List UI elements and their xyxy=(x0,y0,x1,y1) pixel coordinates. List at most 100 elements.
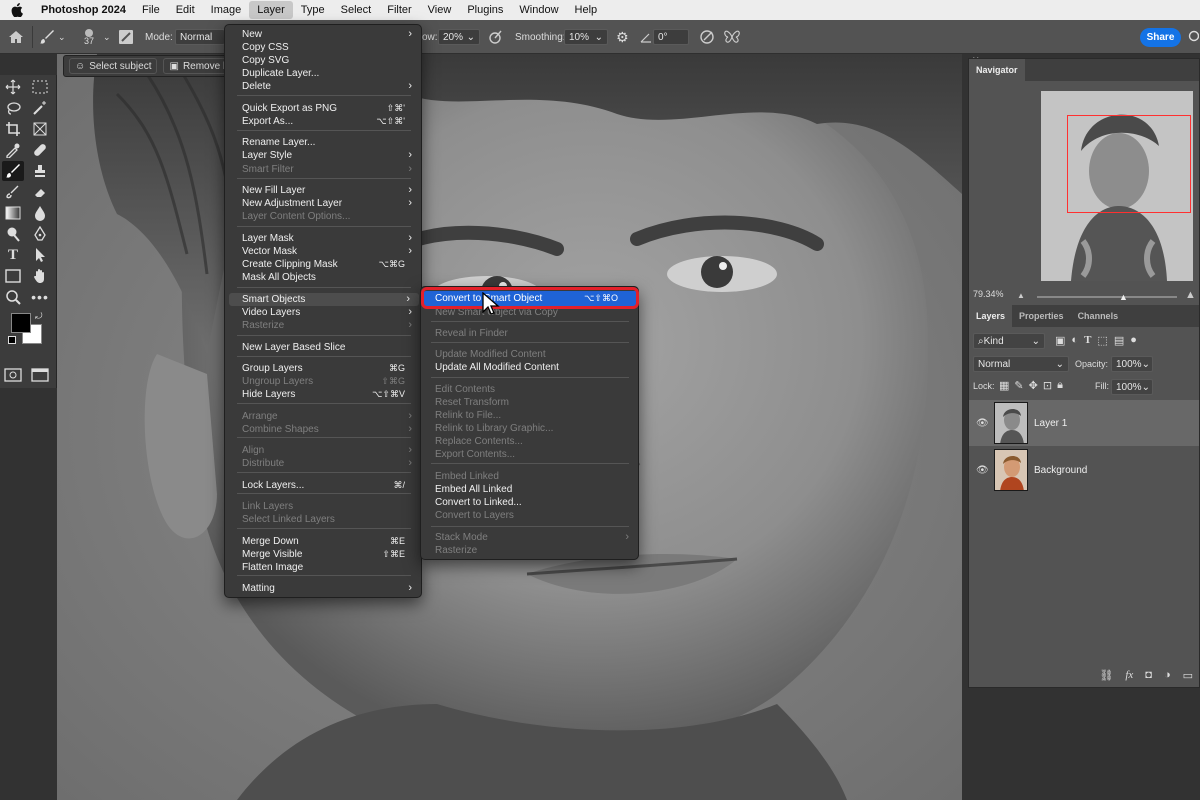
layer-menu-item-duplicate-layer[interactable]: Duplicate Layer... xyxy=(225,67,421,80)
menu-image[interactable]: Image xyxy=(203,1,250,19)
flow-input[interactable]: 20% ⌄ xyxy=(438,29,480,45)
menu-edit[interactable]: Edit xyxy=(168,1,203,19)
lock-pixels-icon[interactable]: ✎ xyxy=(1014,379,1023,392)
tab-layers[interactable]: Layers xyxy=(969,305,1013,327)
chevron-down-icon[interactable]: ⌄ xyxy=(103,20,111,54)
path-selection-icon[interactable] xyxy=(29,245,51,265)
blend-mode-select[interactable]: Normal ⌄ xyxy=(973,356,1069,372)
tab-channels[interactable]: Channels xyxy=(1071,305,1126,327)
frame-tool-icon[interactable] xyxy=(29,119,51,139)
layer-menu-item-quick-export-as-png[interactable]: Quick Export as PNG ⇧⌘' xyxy=(225,102,421,115)
layer-menu-item-layer-style[interactable]: Layer Style › xyxy=(225,149,421,162)
brush-tool-icon[interactable] xyxy=(2,161,24,181)
chevron-down-icon[interactable]: ⌄ xyxy=(58,32,66,43)
apple-icon[interactable] xyxy=(9,2,25,18)
swap-colors-icon[interactable]: ⤾ xyxy=(35,311,43,322)
layer-menu-item-merge-down[interactable]: Merge Down ⌘E xyxy=(225,535,421,548)
healing-brush-icon[interactable] xyxy=(29,140,51,160)
layer-menu-item-new[interactable]: New › xyxy=(225,28,421,41)
layer-menu-item-delete[interactable]: Delete › xyxy=(225,80,421,93)
tab-properties[interactable]: Properties xyxy=(1012,305,1071,327)
zoom-in-icon[interactable]: ▲ xyxy=(1185,289,1196,301)
layer-menu-item-layer-mask[interactable]: Layer Mask › xyxy=(225,232,421,245)
lock-position-icon[interactable]: ✥ xyxy=(1029,379,1038,392)
layer-menu-item-new-layer-based-slice[interactable]: New Layer Based Slice xyxy=(225,341,421,354)
menu-help[interactable]: Help xyxy=(567,1,606,19)
gear-icon[interactable]: ⚙ xyxy=(616,20,629,54)
zoom-slider-thumb[interactable]: ▲ xyxy=(1119,292,1128,302)
add-mask-icon[interactable]: ◘ xyxy=(1145,669,1152,681)
more-tools-icon[interactable]: ••• xyxy=(29,287,51,307)
shape-filter-icon[interactable]: ⬚ xyxy=(1097,334,1107,347)
tab-navigator[interactable]: Navigator xyxy=(969,59,1025,81)
menu-window[interactable]: Window xyxy=(511,1,566,19)
layer-menu-item-create-clipping-mask[interactable]: Create Clipping Mask ⌥⌘G xyxy=(225,258,421,271)
layer-name[interactable]: Background xyxy=(1034,465,1087,476)
pressure-opacity-icon[interactable] xyxy=(699,20,715,54)
smart-objects-item-convert-to-linked[interactable]: Convert to Linked... xyxy=(421,496,638,509)
navigator-thumbnail[interactable] xyxy=(1041,91,1193,281)
navigator-view-rect[interactable] xyxy=(1067,115,1191,213)
layer-row-background[interactable]: 👁︎ Background xyxy=(969,447,1199,493)
zoom-tool-icon[interactable] xyxy=(2,287,24,307)
brush-settings-icon[interactable] xyxy=(118,20,134,54)
symmetry-butterfly-icon[interactable] xyxy=(723,20,741,54)
menu-view[interactable]: View xyxy=(420,1,460,19)
visibility-eye-icon[interactable]: 👁︎ xyxy=(976,418,989,429)
layer-style-fx-icon[interactable]: fx xyxy=(1125,669,1133,681)
adjustment-layer-icon[interactable]: ◑ xyxy=(1164,669,1171,681)
smart-objects-item-update-all-modified-content[interactable]: Update All Modified Content xyxy=(421,361,638,374)
gradient-tool-icon[interactable] xyxy=(2,203,24,223)
link-layers-icon[interactable]: ⛓︎ xyxy=(1099,669,1113,682)
color-swatches[interactable]: ⤾ xyxy=(2,311,52,355)
zoom-slider[interactable] xyxy=(1037,296,1177,298)
eyedropper-icon[interactable] xyxy=(2,140,24,160)
lock-transparency-icon[interactable]: ▦ xyxy=(999,379,1009,392)
menu-file[interactable]: File xyxy=(134,1,168,19)
brush-tool-icon[interactable]: ⌄ xyxy=(39,20,66,54)
dodge-tool-icon[interactable] xyxy=(2,224,24,244)
brush-preset-picker[interactable]: 37 xyxy=(84,20,94,54)
menu-filter[interactable]: Filter xyxy=(379,1,419,19)
share-button[interactable]: Share xyxy=(1140,28,1181,47)
history-brush-icon[interactable] xyxy=(2,182,24,202)
layer-menu-item-hide-layers[interactable]: Hide Layers ⌥⇧⌘V xyxy=(225,388,421,401)
layer-menu-item-mask-all-objects[interactable]: Mask All Objects xyxy=(225,271,421,284)
hand-tool-icon[interactable] xyxy=(29,266,51,286)
layer-menu-item-group-layers[interactable]: Group Layers ⌘G xyxy=(225,362,421,375)
new-group-icon[interactable]: ▭ xyxy=(1183,669,1193,682)
mode-select[interactable]: Normal xyxy=(175,29,225,45)
filter-toggle-icon[interactable]: ● xyxy=(1130,334,1137,347)
magic-wand-icon[interactable] xyxy=(29,98,51,118)
airbrush-icon[interactable] xyxy=(487,20,503,54)
layer-menu-item-copy-svg[interactable]: Copy SVG xyxy=(225,54,421,67)
layer-menu-item-new-fill-layer[interactable]: New Fill Layer › xyxy=(225,184,421,197)
menu-layer[interactable]: Layer xyxy=(249,1,293,19)
menu-select[interactable]: Select xyxy=(333,1,380,19)
layer-menu-item-smart-objects[interactable]: Smart Objects › xyxy=(229,293,419,306)
rectangle-tool-icon[interactable] xyxy=(2,266,24,286)
lasso-tool-icon[interactable] xyxy=(2,98,24,118)
layer-menu-item-matting[interactable]: Matting › xyxy=(225,582,421,595)
layer-menu-item-flatten-image[interactable]: Flatten Image xyxy=(225,561,421,574)
angle-input[interactable]: 0° xyxy=(653,29,689,45)
smart-objects-item-embed-all-linked[interactable]: Embed All Linked xyxy=(421,483,638,496)
fill-input[interactable]: 100% ⌄ xyxy=(1111,379,1153,395)
menu-plugins[interactable]: Plugins xyxy=(459,1,511,19)
pixel-filter-icon[interactable]: ▣ xyxy=(1055,334,1065,347)
visibility-eye-icon[interactable]: 👁︎ xyxy=(976,465,989,476)
smart-object-filter-icon[interactable]: ▤ xyxy=(1114,334,1124,347)
adjustment-filter-icon[interactable]: ◐ xyxy=(1071,334,1078,347)
layer-menu-item-export-as[interactable]: Export As... ⌥⇧⌘' xyxy=(225,115,421,128)
marquee-tool-icon[interactable] xyxy=(29,77,51,97)
layer-menu-item-video-layers[interactable]: Video Layers › xyxy=(225,306,421,319)
pen-tool-icon[interactable] xyxy=(29,224,51,244)
crop-tool-icon[interactable] xyxy=(2,119,24,139)
select-subject-button[interactable]: ☺ Select subject xyxy=(69,58,158,74)
layer-menu-item-lock-layers[interactable]: Lock Layers... ⌘/ xyxy=(225,479,421,492)
quick-mask-icon[interactable] xyxy=(2,365,24,385)
layer-name[interactable]: Layer 1 xyxy=(1034,418,1067,429)
layer-menu-item-copy-css[interactable]: Copy CSS xyxy=(225,41,421,54)
layer-menu-item-new-adjustment-layer[interactable]: New Adjustment Layer › xyxy=(225,197,421,210)
stamp-tool-icon[interactable] xyxy=(29,161,51,181)
